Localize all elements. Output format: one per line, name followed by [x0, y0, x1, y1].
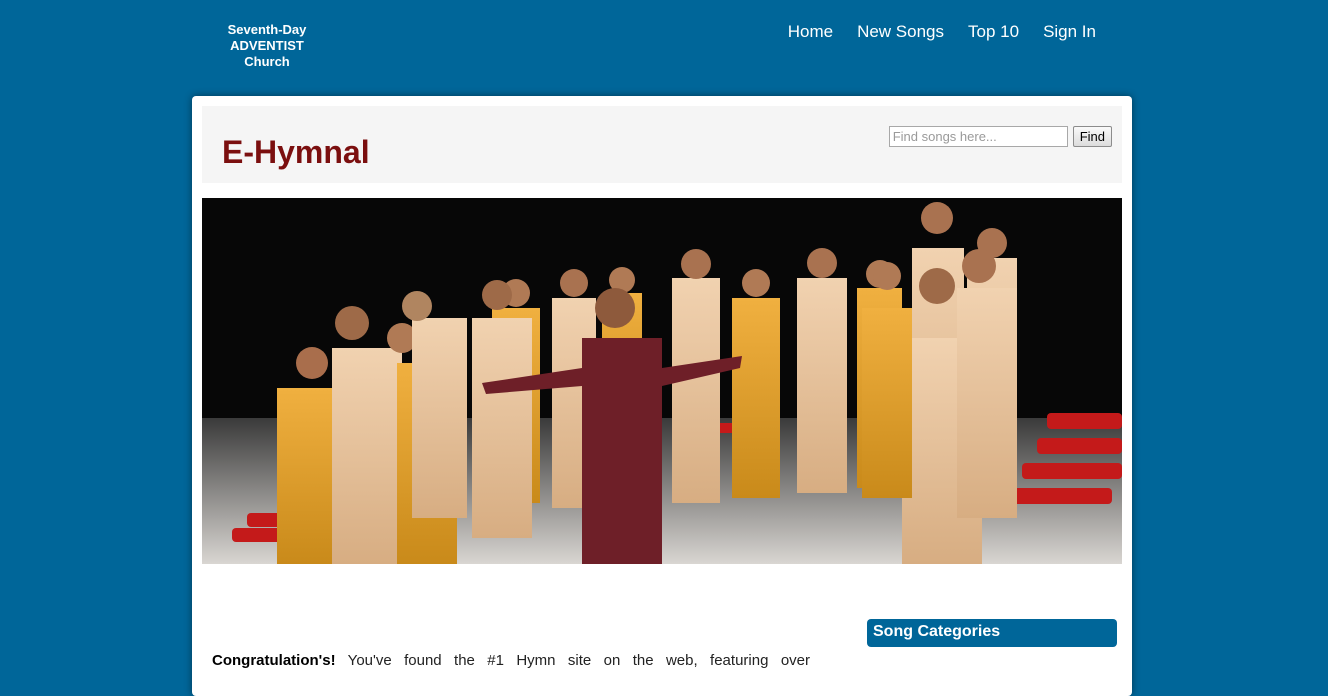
nav-sign-in[interactable]: Sign In	[1043, 22, 1096, 42]
site-title[interactable]: E-Hymnal	[222, 134, 370, 171]
logo-line-2: ADVENTIST	[230, 38, 304, 53]
top-bar: Seventh-Day ADVENTIST Church Home New So…	[0, 0, 1328, 96]
nav-home[interactable]: Home	[788, 22, 833, 42]
choir-banner-image	[202, 198, 1122, 564]
content-container: E-Hymnal Find songs here... Find Congrat…	[192, 96, 1132, 696]
song-categories-heading: Song Categories	[873, 623, 1001, 640]
search-form: Find	[888, 126, 1112, 147]
logo-line-1: Seventh-Day	[227, 22, 307, 37]
header-panel: E-Hymnal Find	[202, 106, 1122, 183]
intro-paragraph: Congratulation's! You've found the #1 Hy…	[212, 651, 810, 671]
nav-top-10[interactable]: Top 10	[968, 22, 1019, 42]
song-categories-panel: Song Categories	[867, 619, 1117, 647]
main-nav: Home New Songs Top 10 Sign In	[788, 22, 1096, 42]
intro-strong: Congratulation's!	[212, 652, 336, 669]
find-button[interactable]: Find	[1072, 126, 1112, 147]
logo-line-3: Church	[244, 54, 290, 69]
church-logo[interactable]: Seventh-Day ADVENTIST Church	[212, 22, 322, 70]
search-input[interactable]	[888, 126, 1068, 147]
nav-new-songs[interactable]: New Songs	[857, 22, 944, 42]
intro-text: You've found the #1 Hymn site on the web…	[335, 652, 810, 669]
choir-photo	[202, 198, 1122, 564]
